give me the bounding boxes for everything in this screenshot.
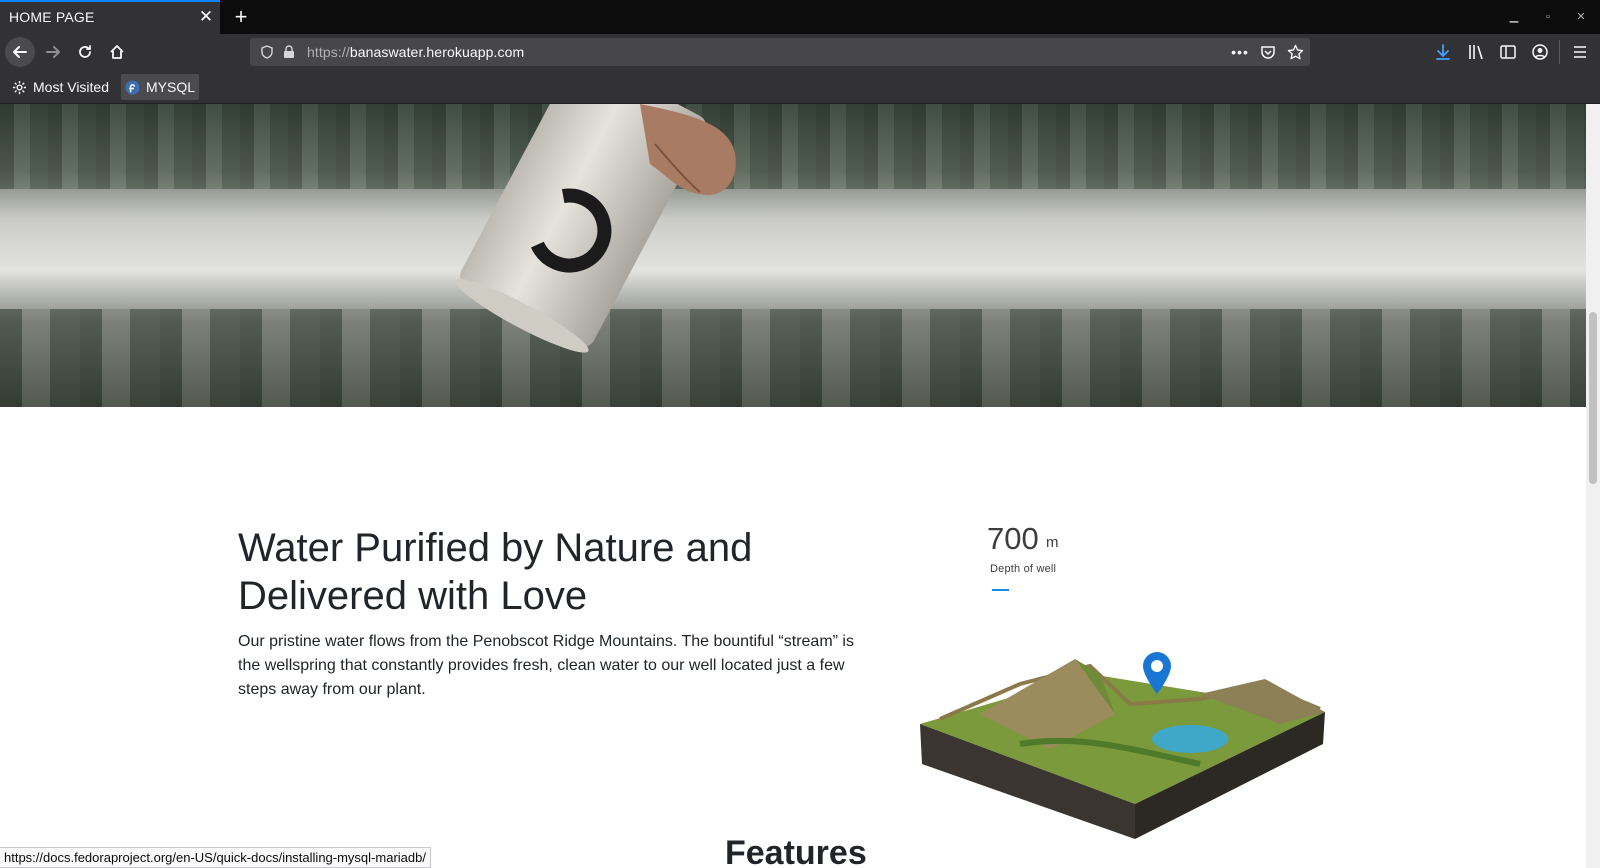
url-host: banaswater.herokuapp.com — [349, 44, 525, 60]
hero-image — [0, 104, 1586, 407]
reload-button[interactable] — [70, 37, 100, 67]
account-icon[interactable] — [1530, 42, 1550, 62]
close-tab-icon[interactable]: ✕ — [197, 8, 215, 26]
link-status-tooltip: https://docs.fedoraproject.org/en-US/qui… — [0, 847, 431, 868]
toolbar-separator — [1559, 40, 1560, 64]
fedora-icon — [125, 79, 140, 95]
bookmark-label: MYSQL — [146, 79, 196, 95]
section-headline: Water Purified by Nature and Delivered w… — [238, 526, 753, 618]
scrollbar-thumb[interactable] — [1589, 312, 1597, 484]
forward-arrow-icon — [46, 46, 60, 58]
minimize-icon[interactable]: ▁ — [1504, 9, 1524, 25]
window-close-icon[interactable]: ✕ — [1571, 9, 1591, 25]
navigation-toolbar: https://banaswater.herokuapp.com ••• — [0, 34, 1600, 70]
tab-title: HOME PAGE — [9, 9, 95, 25]
url-text[interactable]: https://banaswater.herokuapp.com — [307, 44, 524, 60]
downloads-icon[interactable] — [1433, 42, 1453, 62]
restore-icon[interactable]: ▫ — [1538, 9, 1558, 25]
home-button[interactable] — [102, 37, 132, 67]
tab-bar: HOME PAGE ✕ + ▁ ▫ ✕ — [0, 0, 1600, 34]
tracking-protection-icon[interactable] — [258, 43, 276, 61]
page-actions-icon[interactable]: ••• — [1231, 43, 1249, 61]
well-depth-unit: m — [1046, 534, 1059, 551]
page-content: Water Purified by Nature and Delivered w… — [0, 104, 1586, 868]
features-heading: Features — [725, 834, 867, 868]
bookmarks-toolbar: Most Visited MYSQL — [0, 70, 1600, 104]
bookmark-star-icon[interactable] — [1286, 43, 1304, 61]
bookmark-mysql[interactable]: MYSQL — [121, 74, 200, 100]
pocket-icon[interactable] — [1259, 43, 1277, 61]
water-bottle-illustration — [455, 104, 736, 353]
bookmark-most-visited[interactable]: Most Visited — [8, 74, 113, 100]
back-button[interactable] — [5, 37, 35, 67]
home-icon — [110, 45, 124, 59]
section-body-text: Our pristine water flows from the Penobs… — [238, 633, 854, 698]
active-tab[interactable]: HOME PAGE ✕ — [0, 0, 220, 34]
well-depth-value: 700 — [987, 521, 1039, 556]
hamburger-menu-icon[interactable] — [1570, 42, 1590, 62]
library-icon[interactable] — [1466, 42, 1486, 62]
url-protocol: https:// — [307, 44, 350, 60]
forward-button[interactable] — [38, 37, 68, 67]
sidebar-icon[interactable] — [1498, 42, 1518, 62]
new-tab-icon[interactable]: + — [228, 4, 254, 30]
bookmark-label: Most Visited — [33, 79, 109, 95]
back-arrow-icon — [13, 46, 27, 58]
reload-icon — [79, 45, 91, 58]
page-scrollbar[interactable] — [1586, 104, 1600, 868]
address-bar[interactable]: https://banaswater.herokuapp.com ••• — [250, 38, 1310, 66]
gear-icon — [12, 80, 27, 95]
lock-icon[interactable] — [280, 43, 298, 61]
terrain-map-illustration — [920, 652, 1325, 839]
